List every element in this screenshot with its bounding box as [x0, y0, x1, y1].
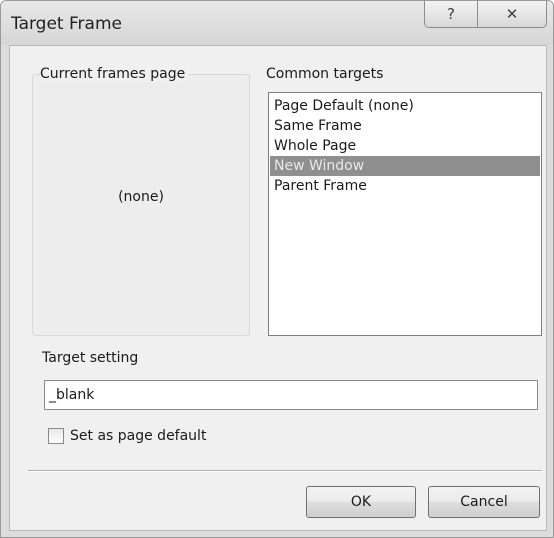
current-frames-label: Current frames page — [40, 66, 190, 82]
help-button[interactable]: ? — [425, 1, 477, 27]
list-item-new-window[interactable]: New Window — [270, 156, 540, 176]
close-button[interactable]: ✕ — [477, 1, 546, 27]
dialog-body: (none) Current frames page Common target… — [9, 45, 547, 531]
close-icon: ✕ — [505, 5, 519, 23]
page-default-checkbox-label[interactable]: Set as page default — [70, 428, 206, 444]
common-targets-list[interactable]: Page Default (none) Same Frame Whole Pag… — [268, 92, 542, 336]
title-bar-buttons: ? ✕ — [424, 1, 547, 28]
ok-button[interactable]: OK — [306, 486, 416, 518]
list-item-whole-page[interactable]: Whole Page — [270, 136, 540, 156]
current-frames-value: (none) — [118, 189, 164, 205]
target-setting-label: Target setting — [42, 350, 139, 366]
list-item-same-frame[interactable]: Same Frame — [270, 116, 540, 136]
target-frame-dialog: Target Frame ? ✕ (none) Current frames p… — [0, 0, 554, 538]
list-item-parent-frame[interactable]: Parent Frame — [270, 176, 540, 196]
divider — [28, 470, 542, 472]
help-icon: ? — [447, 5, 455, 23]
page-default-checkbox[interactable] — [48, 428, 64, 444]
dialog-title: Target Frame — [11, 14, 122, 34]
cancel-button[interactable]: Cancel — [428, 486, 540, 518]
list-item-page-default[interactable]: Page Default (none) — [270, 96, 540, 116]
common-targets-label: Common targets — [266, 66, 384, 82]
target-setting-input[interactable]: _blank — [44, 380, 538, 410]
current-frames-panel: (none) — [32, 74, 250, 336]
title-bar: Target Frame ? ✕ — [1, 1, 553, 45]
